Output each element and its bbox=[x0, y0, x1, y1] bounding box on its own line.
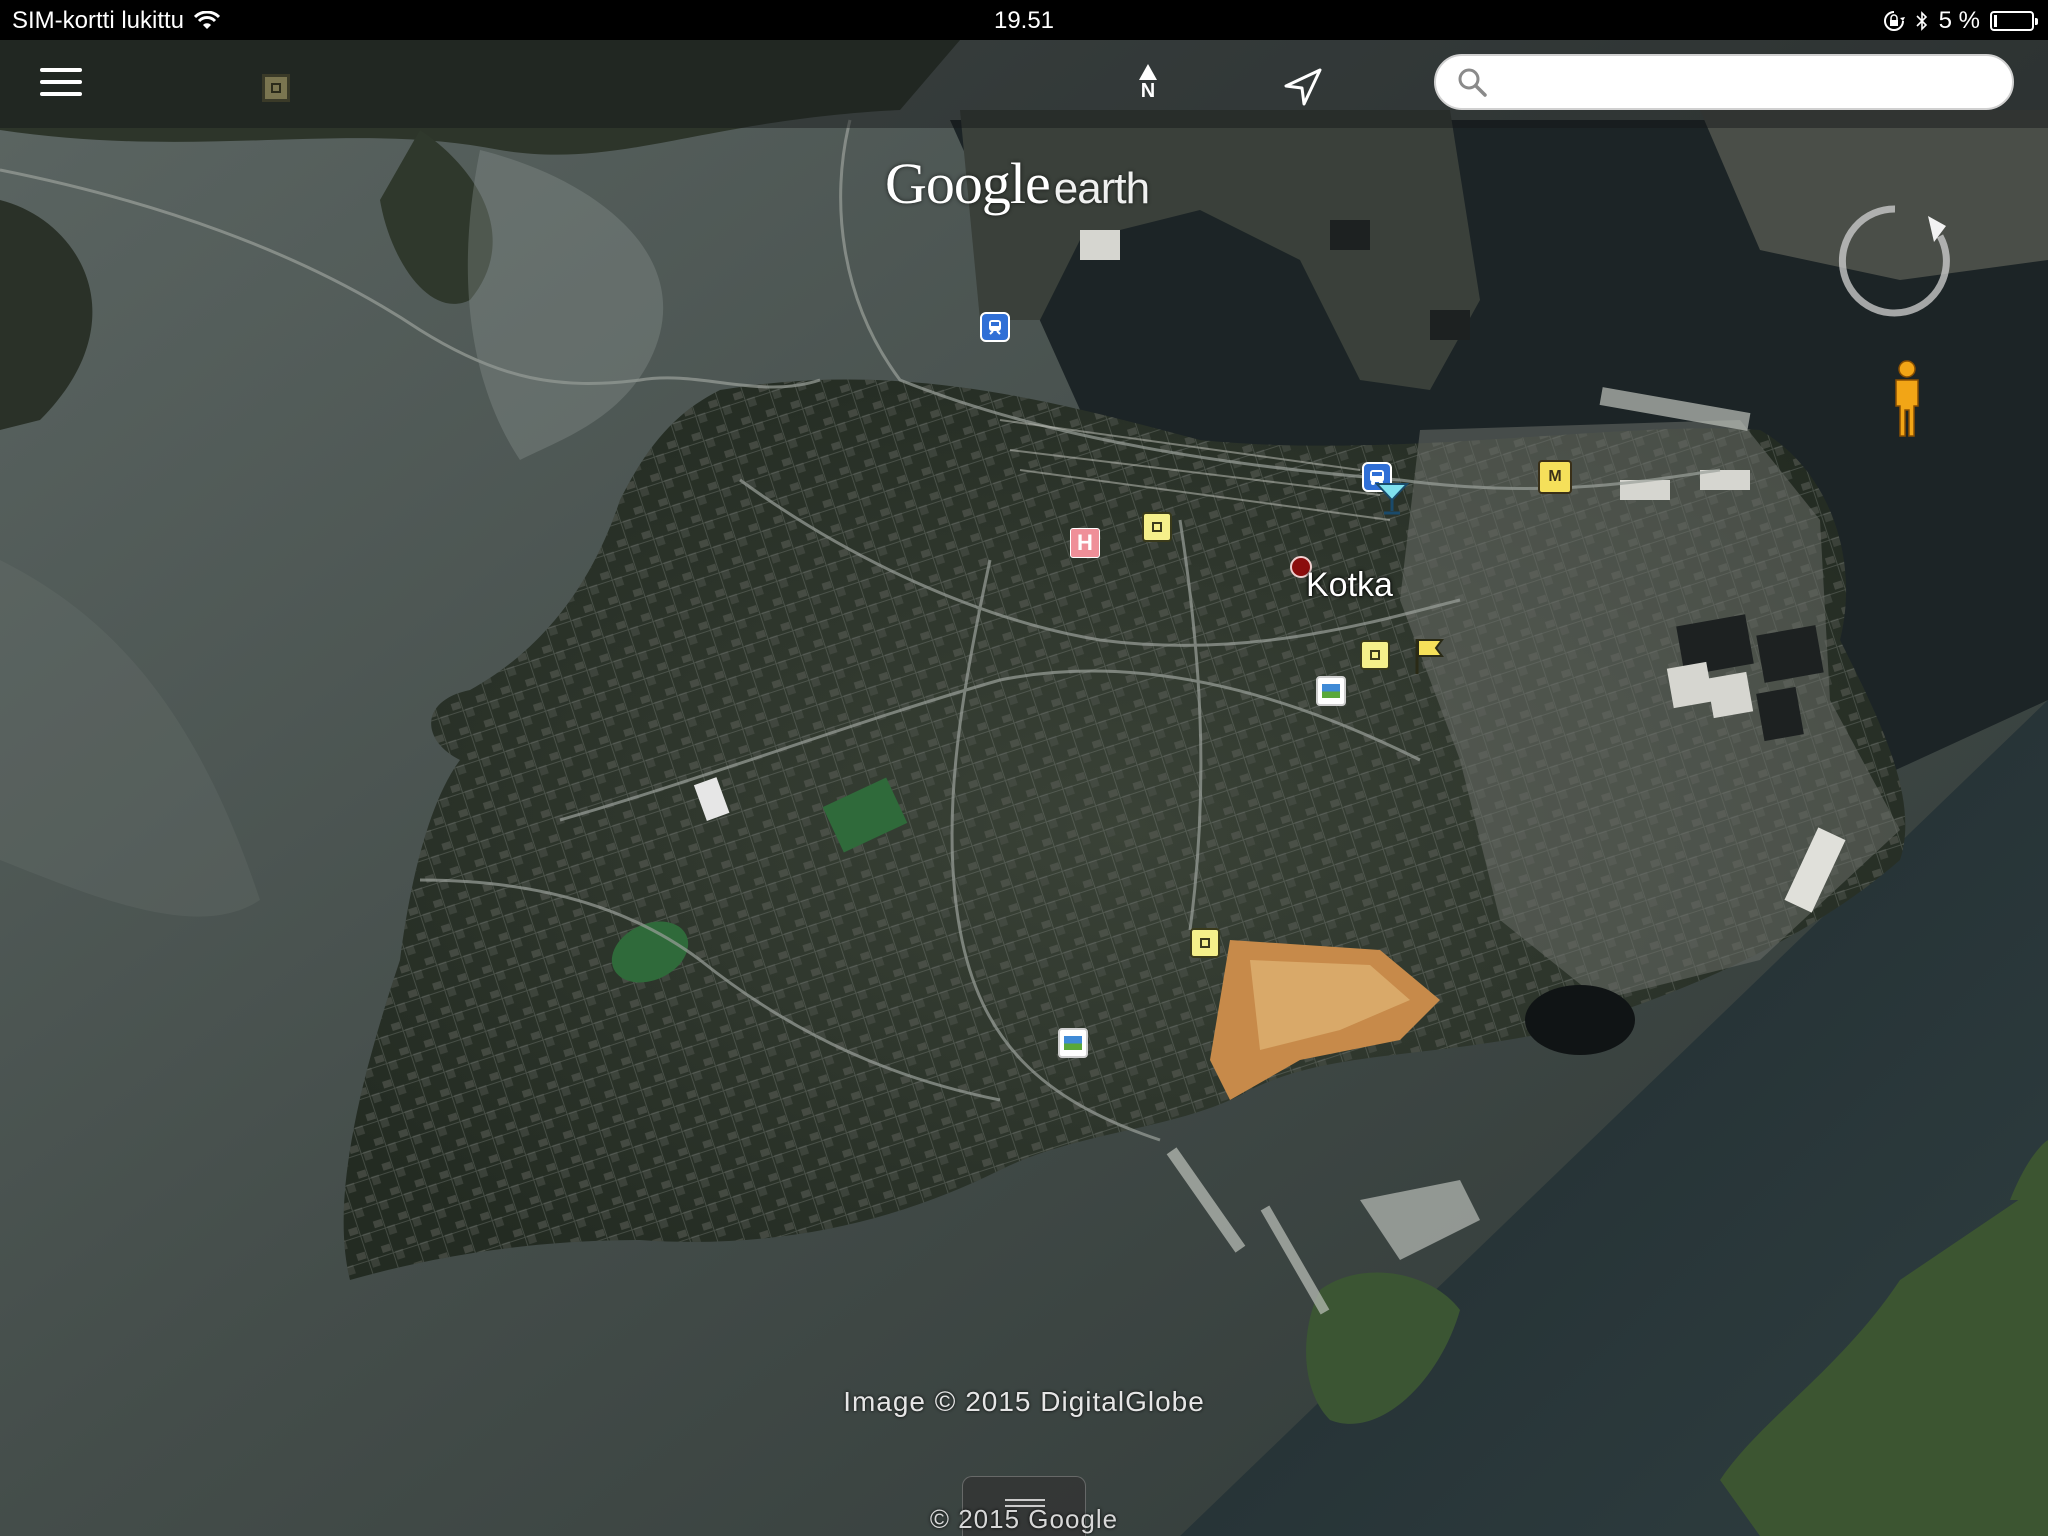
place-marker-2[interactable] bbox=[1360, 640, 1390, 670]
imagery-attribution: Image © 2015 DigitalGlobe bbox=[843, 1386, 1205, 1417]
train-icon bbox=[989, 320, 1001, 335]
hospital-icon: H bbox=[1077, 530, 1093, 555]
top-toolbar: N bbox=[0, 40, 2048, 128]
photo-marker-2[interactable] bbox=[1058, 1028, 1088, 1058]
train-station-marker[interactable] bbox=[980, 312, 1010, 342]
compass-icon[interactable] bbox=[1830, 196, 1960, 326]
orientation-lock-icon bbox=[1883, 11, 1905, 31]
flag-marker[interactable] bbox=[1412, 636, 1446, 676]
logo-google-text: Google bbox=[885, 151, 1051, 216]
menu-icon bbox=[40, 68, 82, 96]
search-input[interactable] bbox=[1498, 65, 1992, 99]
search-icon bbox=[1458, 68, 1487, 97]
google-earth-logo: Googleearth bbox=[885, 150, 1150, 217]
status-bar: SIM-kortti lukittu 19.51 5 % bbox=[0, 0, 2048, 40]
pegman-icon[interactable] bbox=[1890, 360, 1924, 440]
bar-marker[interactable] bbox=[1374, 480, 1410, 516]
place-marker-1[interactable] bbox=[1142, 512, 1172, 542]
museum-icon: M bbox=[1548, 468, 1562, 485]
museum-marker[interactable]: M bbox=[1538, 460, 1572, 494]
clock-time: 19.51 bbox=[993, 7, 1055, 34]
city-label[interactable]: Kotka bbox=[1306, 566, 1393, 605]
menu-button[interactable] bbox=[40, 68, 82, 102]
locate-icon[interactable] bbox=[1282, 66, 1324, 108]
hospital-marker[interactable]: H bbox=[1070, 528, 1100, 558]
satellite-map[interactable] bbox=[0, 0, 2048, 1536]
search-bar[interactable] bbox=[1434, 54, 2014, 110]
google-attribution: © 2015 Google bbox=[929, 1504, 1119, 1534]
north-arrow-icon bbox=[1139, 64, 1157, 80]
layers-icon[interactable] bbox=[262, 74, 290, 102]
north-button[interactable]: N bbox=[1130, 64, 1166, 112]
photo-marker-1[interactable] bbox=[1316, 676, 1346, 706]
north-label: N bbox=[1140, 80, 1156, 102]
logo-earth-text: earth bbox=[1053, 164, 1150, 213]
place-marker-3[interactable] bbox=[1190, 928, 1220, 958]
battery-icon bbox=[1990, 11, 2038, 31]
bluetooth-icon bbox=[1916, 11, 1927, 31]
battery-percentage: 5 % bbox=[1938, 7, 1980, 34]
